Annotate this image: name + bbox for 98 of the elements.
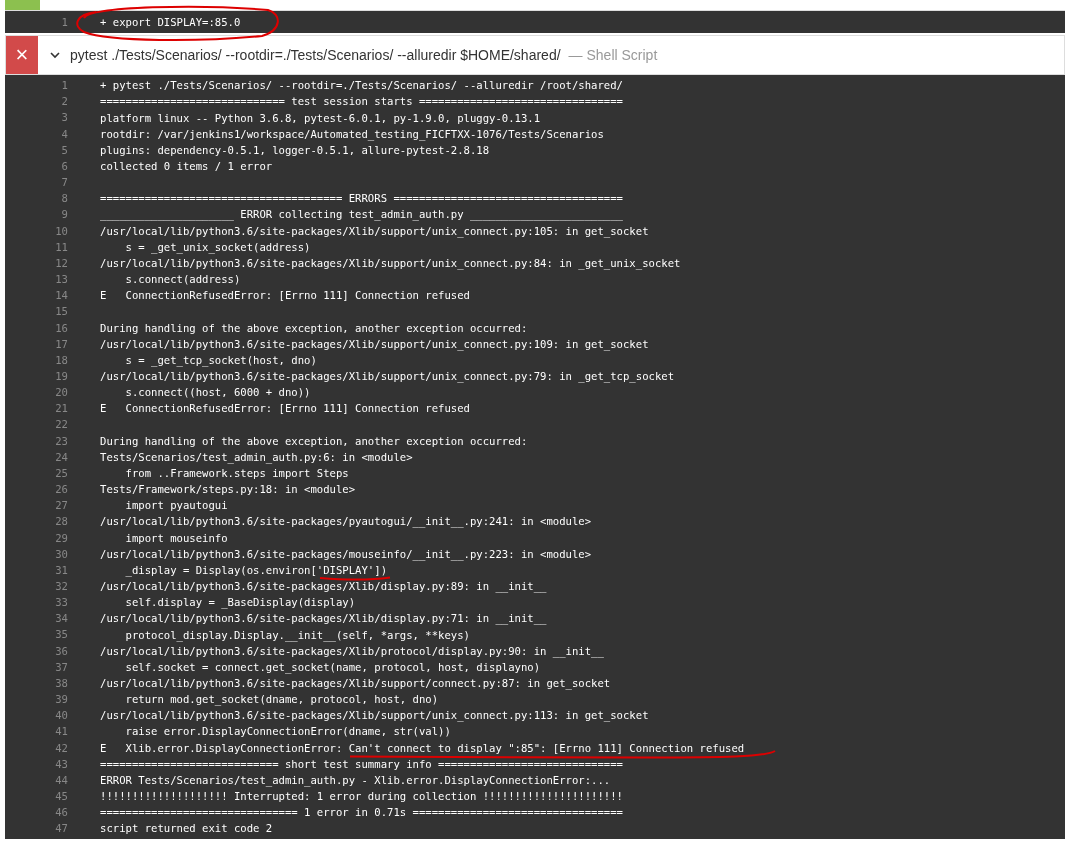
caret-icon[interactable] <box>50 50 60 61</box>
line-number: 30 <box>54 546 68 562</box>
line-number: 8 <box>60 191 68 207</box>
line-number: 46 <box>54 805 68 821</box>
log-line: script returned exit code 2 <box>100 822 273 835</box>
line-number: 4 <box>60 126 68 142</box>
status-indicator: × <box>6 36 38 75</box>
log-line: Tests/Scenarios/test_admin_auth.py:6: in <module> <box>100 450 413 463</box>
line-number: 40 <box>54 708 68 724</box>
line-number: 44 <box>54 772 68 788</box>
log-line: ============================ short test summary info ============================= <box>100 757 623 770</box>
line-number: 31 <box>54 562 68 578</box>
line-number: 28 <box>54 514 68 530</box>
line-number: 21 <box>54 401 68 417</box>
log-line: /usr/local/lib/python3.6/site-packages/Xlib/support/unix_connect.py:84: in _get_unix_socket <box>100 256 681 269</box>
step-title[interactable]: pytest ./Tests/Scenarios/ --rootdir=./Tests/Scenarios/ --alluredir $HOME/shared/ <box>70 47 561 64</box>
line-number: 36 <box>54 643 68 659</box>
line-number: 22 <box>54 417 68 433</box>
line-number: 33 <box>54 595 68 611</box>
line-number: 26 <box>54 482 68 498</box>
line-number: 23 <box>54 433 68 449</box>
line-number: 37 <box>54 659 68 675</box>
log-line: =============================== 1 error in 0.71s ================================= <box>100 806 623 819</box>
line-number: 13 <box>54 272 68 288</box>
log-line: E ConnectionRefusedError: [Errno 111] Connection refused <box>100 402 470 415</box>
line-number: 2 <box>60 94 68 110</box>
line-number: 35 <box>54 627 68 643</box>
line-number: 25 <box>54 465 68 481</box>
line-number: 10 <box>54 223 68 239</box>
log-line: /usr/local/lib/python3.6/site-packages/Xlib/protocol/display.py:90: in __init__ <box>100 644 604 657</box>
line-number: 43 <box>54 756 68 772</box>
log-line: _____________________ ERROR collecting test_admin_auth.py ________________________ <box>100 208 623 221</box>
log-line: /usr/local/lib/python3.6/site-packages/Xlib/support/unix_connect.py:79: in _get_tcp_socket <box>100 370 675 383</box>
log-line: /usr/local/lib/python3.6/site-packages/Xlib/support/unix_connect.py:109: in get_socket <box>100 337 649 350</box>
log-line: + pytest ./Tests/Scenarios/ --rootdir=./Tests/Scenarios/ --alluredir /root/shared/ <box>100 79 623 92</box>
line-number: 17 <box>54 336 68 352</box>
step-type: — Shell Script <box>568 47 658 64</box>
log-line: return mod.get_socket(dname, protocol, host, dno) <box>124 693 439 706</box>
log-line: plugins: dependency-0.5.1, logger-0.5.1, allure-pytest-2.8.18 <box>100 143 490 156</box>
log-line: E ConnectionRefusedError: [Errno 111] Connection refused <box>100 289 470 302</box>
log-line: from ..Framework.steps import Steps <box>124 467 349 479</box>
log-line: raise error.DisplayConnectionError(dname, str(val)) <box>124 725 451 738</box>
line-number: 42 <box>54 740 68 756</box>
log-line: /usr/local/lib/python3.6/site-packages/pyautogui/__init__.py:241: in <module> <box>100 515 592 528</box>
log-line: collected 0 items / 1 error <box>100 160 273 172</box>
line-number: 7 <box>60 175 68 191</box>
line-number: 29 <box>54 530 68 546</box>
log-line: ====================================== ERRORS ==================================== <box>100 192 623 205</box>
line-number: 32 <box>54 579 68 594</box>
log-line: Tests/Framework/steps.py:18: in <module> <box>100 483 356 496</box>
line-number: 3 <box>60 110 68 126</box>
line-number: 6 <box>60 158 68 174</box>
line-number: 19 <box>54 368 68 384</box>
log-line: /usr/local/lib/python3.6/site-packages/Xlib/support/unix_connect.py:105: in get_socket <box>100 224 649 237</box>
log-line: self.display = _BaseDisplay(display) <box>124 596 356 609</box>
line-number: 14 <box>54 288 68 304</box>
log-line: protocol_display.Display.__init__(self, *args, **keys) <box>124 628 470 641</box>
line-number: 47 <box>54 821 68 837</box>
log-line: + export DISPLAY=:85.0 <box>100 16 241 29</box>
log-line: rootdir: /var/jenkins1/workspace/Automated_testing_FICFTXX-1076/Tests/Scenarios <box>100 127 604 140</box>
line-number: 1 <box>60 15 68 30</box>
log-line: s = _get_unix_socket(address) <box>124 240 311 253</box>
log-line: ERROR Tests/Scenarios/test_admin_auth.py - Xlib.error.DisplayConnectionError:... <box>100 773 611 786</box>
log-line: /usr/local/lib/python3.6/site-packages/Xlib/display.py:89: in __init__ <box>100 580 547 593</box>
log-line: /usr/local/lib/python3.6/site-packages/Xlib/support/connect.py:87: in get_socket <box>100 677 611 689</box>
line-number: 39 <box>54 692 68 708</box>
line-number: 15 <box>54 304 68 320</box>
log-line: _display = Display(os.environ['DISPLAY']) <box>124 563 387 576</box>
line-number: 1 <box>60 78 68 94</box>
line-number: 45 <box>54 789 68 805</box>
line-number: 11 <box>54 239 68 255</box>
line-number: 16 <box>54 320 68 336</box>
log-line: /usr/local/lib/python3.6/site-packages/mouseinfo/__init__.py:223: in <module> <box>100 547 592 560</box>
log-line: ============================= test session starts ================================ <box>100 95 623 108</box>
log-line: During handling of the above exception, another exception occurred: <box>100 321 528 334</box>
log-line: self.socket = connect.get_socket(name, protocol, host, displayno) <box>124 660 541 673</box>
log-line: s = _get_tcp_socket(host, dno) <box>124 353 317 366</box>
log-line: platform linux -- Python 3.6.8, pytest-6.0.1, py-1.9.0, pluggy-0.13.1 <box>100 111 541 124</box>
line-number: 24 <box>54 449 68 465</box>
line-number: 27 <box>54 498 68 514</box>
log-line: s.connect((host, 6000 + dno)) <box>124 386 311 399</box>
log-line: During handling of the above exception, another exception occurred: <box>100 434 528 447</box>
line-number: 18 <box>54 352 68 368</box>
line-number: 41 <box>54 724 68 740</box>
log-line: /usr/local/lib/python3.6/site-packages/Xlib/support/unix_connect.py:113: in get_socket <box>100 709 649 722</box>
line-number: 5 <box>60 142 68 158</box>
line-number: 20 <box>54 385 68 401</box>
log-line: /usr/local/lib/python3.6/site-packages/Xlib/display.py:71: in __init__ <box>100 612 547 625</box>
log-line: s.connect(address) <box>124 273 241 286</box>
line-number: 38 <box>54 675 68 691</box>
log-line: E Xlib.error.DisplayConnectionError: Can't connect to display ":85": [Errno 111] Connection refused <box>100 741 745 754</box>
line-number: 34 <box>54 611 68 627</box>
log-line: import mouseinfo <box>124 531 228 544</box>
annotation-underline <box>319 576 391 581</box>
log-line: import pyautogui <box>124 499 228 512</box>
line-number: 12 <box>54 255 68 271</box>
line-number: 9 <box>60 207 68 223</box>
log-line: !!!!!!!!!!!!!!!!!!!! Interrupted: 1 error during collection !!!!!!!!!!!!!!!!!!!!!! <box>100 790 623 803</box>
